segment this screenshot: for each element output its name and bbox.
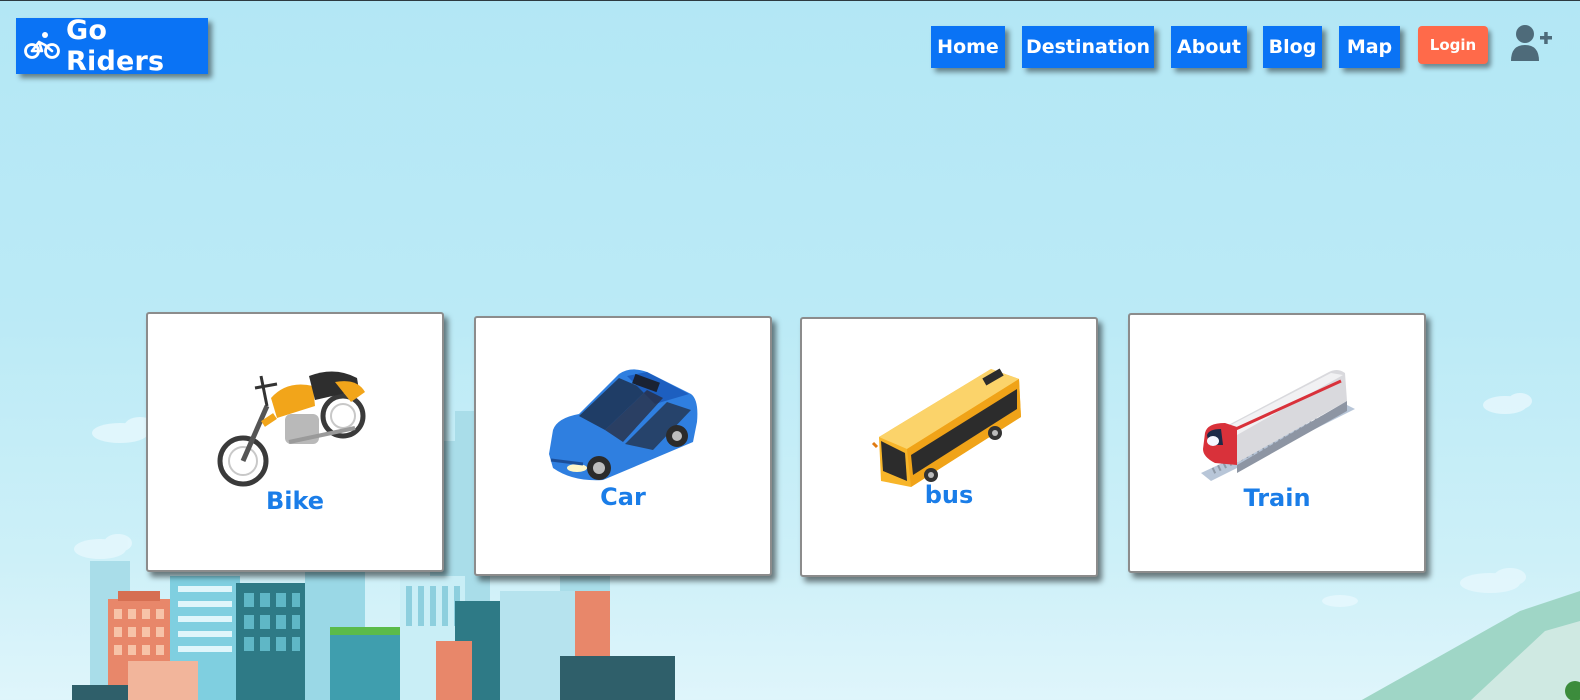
nav-blog[interactable]: Blog <box>1263 26 1322 68</box>
nav-about[interactable]: About <box>1171 26 1247 68</box>
login-button[interactable]: Login <box>1418 26 1488 64</box>
nav-destination[interactable]: Destination <box>1022 26 1154 68</box>
vehicle-card-car[interactable]: Car <box>474 316 772 576</box>
bicycle-icon <box>24 32 60 59</box>
nav-home[interactable]: Home <box>931 26 1005 68</box>
brand-name: Go Riders <box>66 15 165 77</box>
user-plus-icon[interactable] <box>1510 23 1554 63</box>
vehicle-card-train[interactable]: Train <box>1128 313 1426 573</box>
vehicle-card-bus[interactable]: bus <box>800 317 1098 577</box>
vehicle-label: Train <box>1243 484 1311 512</box>
vehicle-label: Bike <box>265 487 325 515</box>
nav-map[interactable]: Map <box>1339 26 1400 68</box>
vehicle-card-bike[interactable]: Bike <box>146 312 444 572</box>
brand-logo[interactable]: Go Riders <box>16 15 208 77</box>
train-icon <box>1201 370 1355 481</box>
bus-icon <box>871 368 1021 487</box>
motorcycle-icon <box>217 371 366 487</box>
vehicle-label: bus <box>924 481 974 509</box>
vehicle-label: Car <box>600 483 646 511</box>
car-icon <box>549 369 698 481</box>
